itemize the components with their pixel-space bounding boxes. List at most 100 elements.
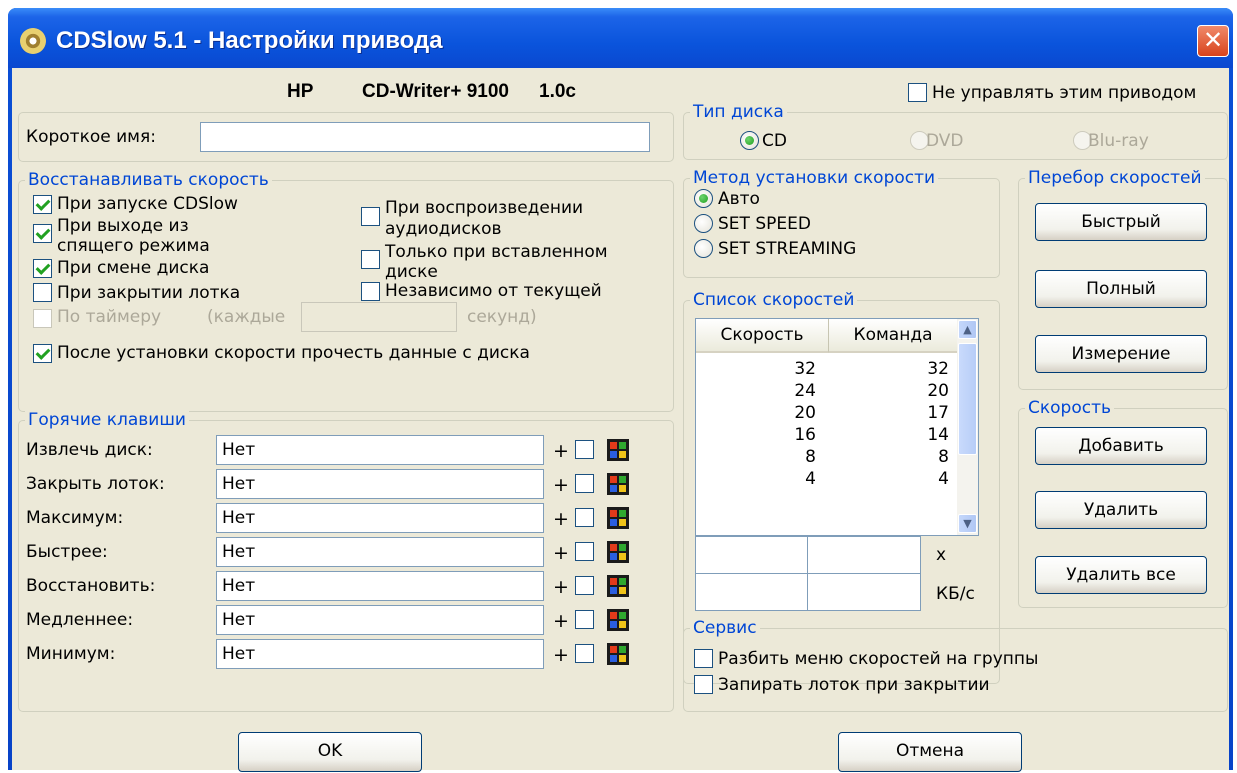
- windows-key-icon[interactable]: [607, 473, 629, 495]
- timer-seconds-input[interactable]: [301, 302, 457, 332]
- hotkey-input[interactable]: Нет: [216, 571, 544, 601]
- new-command-kbs-input[interactable]: [807, 573, 921, 611]
- hotkey-win-modifier-checkbox[interactable]: [575, 576, 594, 595]
- speed-list-row[interactable]: 8 8: [696, 447, 958, 467]
- speed-list-scrollbar[interactable]: ▲ ▼: [957, 319, 978, 535]
- remove-all-speeds-button[interactable]: Удалить все: [1035, 556, 1207, 594]
- hotkey-input[interactable]: Нет: [216, 605, 544, 635]
- speed-scan-group: Перебор скоростей Быстрый Полный Измерен…: [1018, 168, 1228, 390]
- speed-list-row[interactable]: 24 20: [696, 381, 958, 401]
- new-speed-kbs-input[interactable]: [695, 573, 808, 611]
- windows-key-icon[interactable]: [607, 575, 629, 597]
- unit-x-label: x: [936, 545, 947, 565]
- windows-key-icon[interactable]: [607, 439, 629, 461]
- on-audio-label-line1: При воспроизведении: [385, 198, 584, 218]
- speed-list-row[interactable]: 16 14: [696, 425, 958, 445]
- hotkey-label: Восстановить:: [26, 576, 156, 596]
- on-audio-checkbox[interactable]: [361, 207, 380, 226]
- command-value: 17: [927, 403, 949, 423]
- windows-key-icon[interactable]: [607, 609, 629, 631]
- scan-measure-button[interactable]: Измерение: [1035, 335, 1207, 373]
- regardless-checkbox[interactable]: [361, 282, 380, 301]
- on-wake-checkbox[interactable]: [33, 224, 52, 243]
- short-name-input[interactable]: [200, 122, 650, 152]
- on-tray-close-checkbox[interactable]: [33, 283, 52, 302]
- read-after-checkbox[interactable]: [33, 344, 52, 363]
- window-title: CDSlow 5.1 - Настройки привода: [56, 27, 443, 54]
- restore-speed-group: Восстанавливать скорость При запуске CDS…: [18, 170, 674, 412]
- speed-method-group: Метод установки скорости Авто SET SPEED …: [683, 168, 1000, 278]
- scroll-up-arrow-icon[interactable]: ▲: [958, 320, 977, 339]
- hotkeys-title: Горячие клавиши: [25, 410, 189, 430]
- method-set-streaming-radio[interactable]: [694, 239, 713, 258]
- command-value: 20: [927, 381, 949, 401]
- hotkey-win-modifier-checkbox[interactable]: [575, 542, 594, 561]
- windows-key-icon[interactable]: [607, 507, 629, 529]
- add-speed-button[interactable]: Добавить: [1035, 427, 1207, 465]
- only-inserted-checkbox[interactable]: [361, 250, 380, 269]
- method-auto-radio[interactable]: [694, 189, 713, 208]
- scan-fast-button[interactable]: Быстрый: [1035, 203, 1207, 241]
- remove-speed-button[interactable]: Удалить: [1035, 491, 1207, 529]
- speed-value: 24: [794, 381, 816, 401]
- speed-value: 4: [805, 469, 816, 489]
- drive-revision: 1.0c: [539, 81, 576, 102]
- hotkey-input[interactable]: Нет: [216, 503, 544, 533]
- timer-seconds-label: секунд): [467, 307, 537, 327]
- read-after-label: После установки скорости прочесть данные…: [57, 343, 530, 363]
- command-column-header[interactable]: Команда: [829, 319, 958, 353]
- dont-manage-checkbox[interactable]: [908, 83, 927, 102]
- timer-label: По таймеру: [57, 307, 162, 327]
- on-disc-change-checkbox[interactable]: [33, 259, 52, 278]
- method-set-speed-radio[interactable]: [694, 214, 713, 233]
- hotkey-input[interactable]: Нет: [216, 435, 544, 465]
- disc-type-cd-radio[interactable]: [740, 131, 759, 150]
- cancel-button[interactable]: Отмена: [838, 732, 1022, 772]
- scroll-down-arrow-icon[interactable]: ▼: [958, 514, 977, 533]
- plus-sign: +: [553, 576, 569, 598]
- speed-list-table[interactable]: Скорость Команда 32 32 24 20 20 17 16 14…: [695, 318, 979, 536]
- only-inserted-label-line1: Только при вставленном: [385, 242, 608, 262]
- hotkey-win-modifier-checkbox[interactable]: [575, 508, 594, 527]
- speed-list-row[interactable]: 20 17: [696, 403, 958, 423]
- scroll-thumb[interactable]: [958, 343, 977, 455]
- hotkey-input[interactable]: Нет: [216, 469, 544, 499]
- split-menu-checkbox[interactable]: [694, 649, 713, 668]
- speed-value: 20: [794, 403, 816, 423]
- windows-key-icon[interactable]: [607, 643, 629, 665]
- new-speed-input[interactable]: [695, 536, 808, 574]
- plus-sign: +: [553, 542, 569, 564]
- close-button[interactable]: ✕: [1197, 25, 1229, 57]
- command-value: 8: [938, 447, 949, 467]
- regardless-label: Независимо от текущей: [385, 281, 602, 301]
- new-command-input[interactable]: [807, 536, 921, 574]
- speed-list-row[interactable]: 4 4: [696, 469, 958, 489]
- plus-sign: +: [553, 644, 569, 666]
- on-tray-close-label: При закрытии лотка: [57, 283, 241, 303]
- method-set-speed-label: SET SPEED: [718, 214, 811, 234]
- on-wake-label-line2: спящего режима: [57, 236, 210, 256]
- timer-checkbox[interactable]: [33, 309, 52, 328]
- hotkey-win-modifier-checkbox[interactable]: [575, 644, 594, 663]
- hotkey-win-modifier-checkbox[interactable]: [575, 440, 594, 459]
- disc-type-bluray-label: Blu-ray: [1088, 131, 1149, 151]
- hotkey-input[interactable]: Нет: [216, 537, 544, 567]
- short-name-group: Короткое имя:: [18, 112, 674, 162]
- hotkey-win-modifier-checkbox[interactable]: [575, 474, 594, 493]
- title-bar[interactable]: CDSlow 5.1 - Настройки привода ✕: [8, 8, 1233, 68]
- on-start-checkbox[interactable]: [33, 195, 52, 214]
- scan-full-button[interactable]: Полный: [1035, 270, 1207, 308]
- hotkey-win-modifier-checkbox[interactable]: [575, 610, 594, 629]
- disc-type-group: Тип диска CD DVD Blu-ray: [683, 102, 1228, 160]
- hotkey-input[interactable]: Нет: [216, 639, 544, 669]
- speed-column-header[interactable]: Скорость: [696, 319, 829, 353]
- only-inserted-label-line2: диске: [385, 262, 438, 282]
- speed-group-title: Скорость: [1025, 398, 1114, 418]
- lock-tray-checkbox[interactable]: [694, 675, 713, 694]
- hotkey-label: Извлечь диск:: [26, 440, 153, 460]
- speed-list-row[interactable]: 32 32: [696, 359, 958, 379]
- hotkey-label: Быстрее:: [26, 542, 108, 562]
- ok-button[interactable]: OK: [238, 732, 422, 772]
- command-value: 4: [938, 469, 949, 489]
- windows-key-icon[interactable]: [607, 541, 629, 563]
